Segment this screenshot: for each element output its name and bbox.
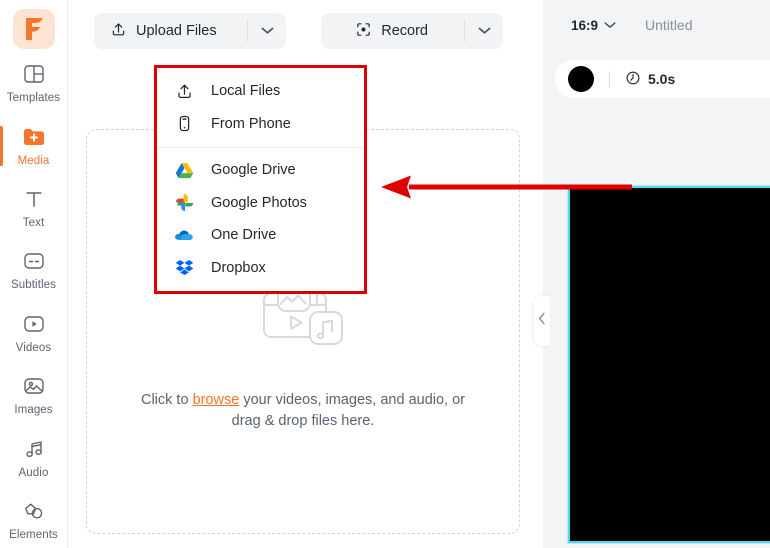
chevron-down-icon [478,22,491,40]
menu-item-dropbox[interactable]: Dropbox [157,251,364,284]
media-folder-plus-icon [21,123,47,151]
elements-shapes-icon [22,497,46,525]
upload-arrow-icon [174,81,194,101]
left-sidebar: Templates Media Text Subtitles Videos Im… [0,0,68,548]
sidebar-item-label: Images [14,404,53,417]
menu-item-label: Google Photos [211,194,307,211]
record-split-button: Record [321,13,503,49]
sidebar-item-label: Videos [15,341,52,354]
menu-item-one-drive[interactable]: One Drive [157,219,364,252]
menu-item-local-files[interactable]: Local Files [157,75,364,108]
sidebar-item-label: Templates [6,92,61,105]
menu-item-google-drive[interactable]: Google Drive [157,154,364,187]
sidebar-item-images[interactable]: Images [0,365,68,423]
dropzone-text-after: your videos, images, and audio, or drag … [231,392,465,429]
sidebar-item-audio[interactable]: Audio [0,427,68,485]
phone-icon [174,114,194,134]
upload-arrow-icon [110,21,127,42]
sidebar-item-subtitles[interactable]: Subtitles [0,240,68,298]
menu-separator [157,147,364,148]
menu-item-from-phone[interactable]: From Phone [157,108,364,141]
chevron-down-icon [604,16,616,34]
menu-item-label: Google Drive [211,162,296,179]
clock-icon [625,70,641,89]
templates-icon [22,60,46,88]
menu-item-label: One Drive [211,227,277,244]
record-dropdown-toggle[interactable] [465,13,503,49]
menu-item-label: Local Files [211,83,281,100]
sidebar-item-elements[interactable]: Elements [0,490,68,548]
flexclip-editor-window: Templates Media Text Subtitles Videos Im… [0,0,770,548]
clip-divider [609,70,610,88]
sidebar-item-text[interactable]: Text [0,178,68,236]
subtitles-icon [22,247,46,275]
sidebar-item-templates[interactable]: Templates [0,53,68,111]
browse-link[interactable]: browse [193,392,240,408]
aspect-ratio-selector[interactable]: 16:9 [571,16,616,34]
dropzone-hint: Click to browse your videos, images, and… [128,390,478,432]
record-button[interactable]: Record [321,13,464,49]
upload-files-dropdown-toggle[interactable] [248,13,286,49]
sidebar-item-label: Subtitles [10,279,56,292]
google-drive-icon [174,160,194,180]
preview-panel: 16:9 Untitled 5.0s [543,0,770,548]
image-icon [22,372,46,400]
onedrive-icon [174,225,194,245]
clip-thumbnail[interactable] [568,66,594,92]
dropbox-icon [174,258,194,278]
clip-duration[interactable]: 5.0s [625,70,675,89]
dropzone-text-before: Click to [140,392,193,408]
upload-menu-highlight-box: Local Files From Phone Google Drive Goog… [154,65,367,294]
video-play-icon [22,310,46,338]
sidebar-item-label: Text [22,217,45,230]
upload-files-split-button: Upload Files [94,13,286,49]
audio-note-icon [22,435,46,463]
record-target-icon [355,21,372,42]
sidebar-item-videos[interactable]: Videos [0,303,68,361]
flexclip-logo[interactable] [12,9,55,50]
project-title[interactable]: Untitled [645,17,692,33]
sidebar-item-label: Elements [9,528,58,541]
chevron-left-icon [538,312,546,330]
aspect-ratio-value: 16:9 [571,17,599,33]
menu-item-label: From Phone [211,115,291,132]
menu-item-google-photos[interactable]: Google Photos [157,186,364,219]
menu-item-label: Dropbox [211,259,266,276]
google-photos-icon [174,193,194,213]
clip-duration-label: 5.0s [648,71,676,87]
sidebar-item-label: Media [17,154,50,167]
record-label: Record [381,23,428,39]
media-panel: Upload Files Record Click to browse your… [69,0,632,548]
video-preview-canvas[interactable] [568,186,770,543]
sidebar-item-media[interactable]: Media [0,116,68,174]
sidebar-item-label: Audio [18,466,49,479]
preview-header: 16:9 Untitled [543,16,693,34]
flexclip-logo-icon [25,18,43,41]
upload-files-label: Upload Files [136,23,217,39]
upload-files-button[interactable]: Upload Files [94,13,247,49]
text-t-icon [22,185,46,213]
upload-dropdown-menu: Local Files From Phone Google Drive Goog… [157,68,364,291]
panel-collapse-handle[interactable] [534,296,550,346]
media-toolbar: Upload Files Record [69,0,543,62]
timeline-clip-bar[interactable]: 5.0s [555,60,770,98]
chevron-down-icon [261,22,274,40]
